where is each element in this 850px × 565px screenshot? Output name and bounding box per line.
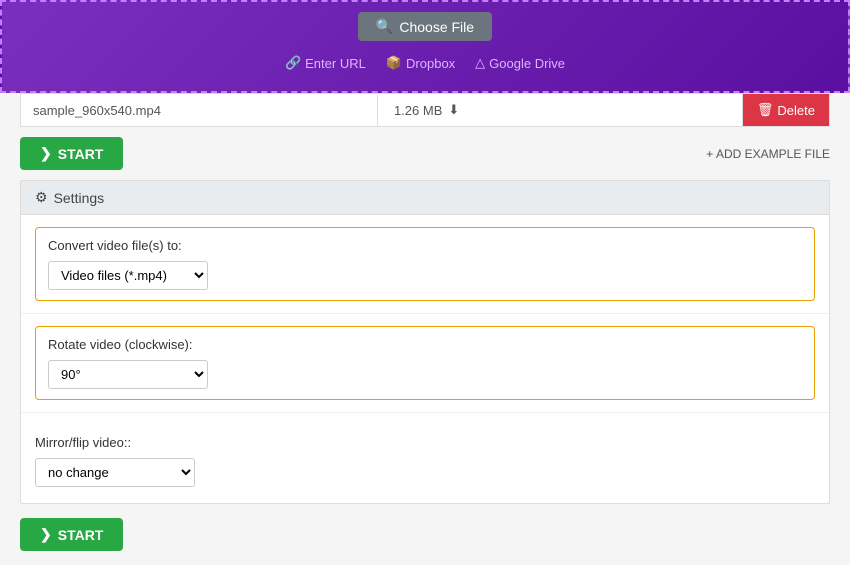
convert-select[interactable]: Video files (*.mp4) Video files (*.avi) … (48, 261, 208, 290)
settings-title: Settings (54, 190, 105, 206)
choose-file-button[interactable]: 🔍 Choose File (358, 12, 492, 41)
file-name: sample_960x540.mp4 (21, 95, 378, 126)
download-icon: ⬇ (448, 102, 459, 118)
upload-area: 🔍 Choose File 🔗 Enter URL 📦 Dropbox △ Go… (0, 0, 850, 93)
google-drive-link[interactable]: △ Google Drive (475, 55, 565, 71)
file-size: 1.26 MB ⬇ (378, 94, 743, 126)
top-start-label: START (58, 146, 104, 162)
add-example-link[interactable]: + ADD EXAMPLE FILE (706, 147, 830, 161)
settings-panel: ⚙ Settings Convert video file(s) to: Vid… (20, 180, 830, 504)
rotate-setting-group: Rotate video (clockwise): 0° 90° 180° 27… (21, 314, 829, 413)
mirror-setting-group: Mirror/flip video:: no change flip horiz… (21, 413, 829, 503)
convert-setting-box: Convert video file(s) to: Video files (*… (35, 227, 815, 301)
convert-label: Convert video file(s) to: (48, 238, 802, 253)
chevron-right-icon-bottom: ❯ (40, 526, 52, 543)
trash-icon: 🗑 (757, 102, 774, 118)
rotate-label: Rotate video (clockwise): (48, 337, 802, 352)
mirror-select[interactable]: no change flip horizontal flip vertical (35, 458, 195, 487)
drive-icon: △ (475, 55, 485, 71)
choose-file-label: Choose File (399, 19, 474, 35)
link-icon: 🔗 (285, 55, 301, 71)
delete-label: Delete (777, 103, 815, 118)
gear-icon: ⚙ (35, 189, 48, 206)
dropbox-icon: 📦 (386, 55, 402, 71)
rotate-select[interactable]: 0° 90° 180° 270° (48, 360, 208, 389)
enter-url-label: Enter URL (305, 56, 366, 71)
top-action-row: ❯ START + ADD EXAMPLE FILE (0, 127, 850, 180)
enter-url-link[interactable]: 🔗 Enter URL (285, 55, 366, 71)
upload-links-row: 🔗 Enter URL 📦 Dropbox △ Google Drive (285, 55, 565, 71)
search-icon: 🔍 (376, 18, 393, 35)
delete-button[interactable]: 🗑 Delete (743, 94, 829, 126)
google-drive-label: Google Drive (489, 56, 565, 71)
settings-header: ⚙ Settings (21, 181, 829, 215)
page-wrapper: 🔍 Choose File 🔗 Enter URL 📦 Dropbox △ Go… (0, 0, 850, 565)
rotate-setting-box: Rotate video (clockwise): 0° 90° 180° 27… (35, 326, 815, 400)
bottom-start-button[interactable]: ❯ START (20, 518, 123, 551)
file-size-value: 1.26 MB (394, 103, 442, 118)
mirror-setting-box: Mirror/flip video:: no change flip horiz… (35, 425, 815, 491)
mirror-label: Mirror/flip video:: (35, 435, 815, 450)
file-row: sample_960x540.mp4 1.26 MB ⬇ 🗑 Delete (20, 93, 830, 127)
dropbox-link[interactable]: 📦 Dropbox (386, 55, 455, 71)
convert-setting-group: Convert video file(s) to: Video files (*… (21, 215, 829, 314)
bottom-start-label: START (58, 527, 104, 543)
add-example-label: + ADD EXAMPLE FILE (706, 147, 830, 161)
top-start-button[interactable]: ❯ START (20, 137, 123, 170)
chevron-right-icon: ❯ (40, 145, 52, 162)
bottom-action-row: ❯ START (0, 504, 850, 565)
dropbox-label: Dropbox (406, 56, 455, 71)
